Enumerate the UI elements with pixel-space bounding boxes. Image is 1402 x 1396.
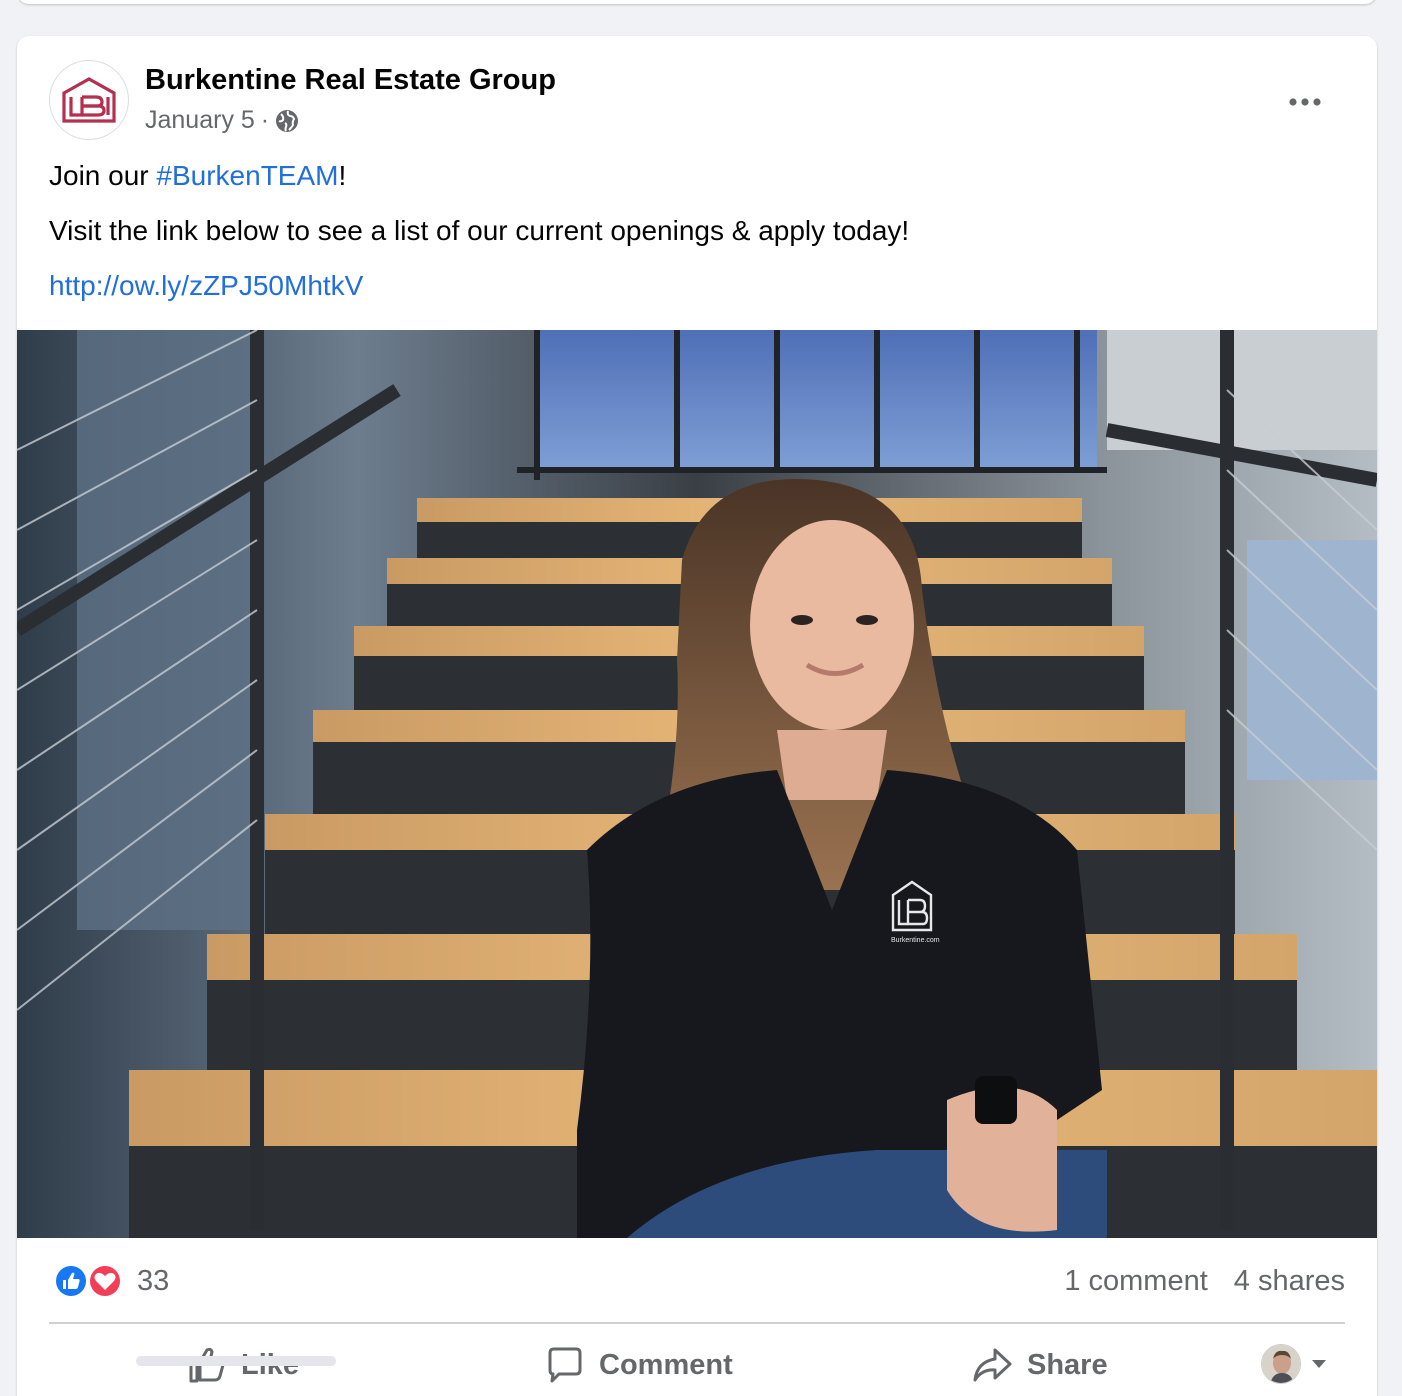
post-stats: 33 1 comment 4 shares	[49, 1262, 1345, 1302]
post-meta: January 5 ·	[145, 106, 299, 135]
like-hover-indicator	[136, 1356, 336, 1366]
page-avatar[interactable]	[49, 60, 129, 140]
text-prefix: Join our	[49, 160, 157, 191]
comment-count[interactable]: 1 comment	[1064, 1265, 1207, 1298]
page-name[interactable]: Burkentine Real Estate Group	[145, 64, 556, 97]
post-card: Burkentine Real Estate Group January 5 ·…	[17, 36, 1377, 1396]
reaction-count[interactable]: 33	[137, 1265, 169, 1298]
face-shape	[750, 520, 914, 730]
react-as-selector[interactable]	[1261, 1344, 1327, 1384]
post-text-line-2: Visit the link below to see a list of ou…	[49, 215, 910, 246]
more-options-button[interactable]	[1281, 78, 1329, 126]
comment-button[interactable]: Comment	[545, 1332, 733, 1396]
comment-label: Comment	[599, 1348, 733, 1381]
post-header: Burkentine Real Estate Group January 5 ·	[49, 60, 1345, 140]
stats-divider	[49, 1322, 1345, 1324]
like-reaction-icon	[54, 1264, 88, 1298]
more-options-icon	[1289, 98, 1321, 106]
hashtag-link[interactable]: #BurkenTEAM	[156, 160, 338, 191]
share-count[interactable]: 4 shares	[1234, 1265, 1345, 1298]
reactions-summary[interactable]	[51, 1262, 131, 1300]
share-button[interactable]: Share	[971, 1332, 1108, 1396]
globe-icon	[276, 109, 299, 132]
post-date[interactable]: January 5	[145, 106, 255, 135]
previous-post-card	[17, 0, 1377, 4]
text-suffix: !	[338, 160, 347, 191]
love-reaction-icon	[88, 1264, 122, 1298]
share-icon	[973, 1348, 1012, 1382]
shirt-logo-text: Burkentine.com	[891, 937, 940, 944]
user-avatar	[1261, 1344, 1301, 1384]
post-url-link[interactable]: http://ow.ly/zZPJ50MhtkV	[49, 270, 363, 302]
post-text-line-1: Join our #BurkenTEAM!	[49, 160, 346, 192]
comment-icon	[548, 1347, 582, 1383]
share-label: Share	[1027, 1348, 1108, 1381]
burkentine-logo-icon	[62, 77, 116, 123]
stats-right: 1 comment 4 shares	[1064, 1265, 1345, 1298]
photo-scene: Burkentine.com	[17, 330, 1377, 1238]
chevron-down-icon	[1312, 1360, 1326, 1368]
meta-separator: ·	[260, 106, 270, 134]
post-photo[interactable]: Burkentine.com	[17, 330, 1377, 1238]
